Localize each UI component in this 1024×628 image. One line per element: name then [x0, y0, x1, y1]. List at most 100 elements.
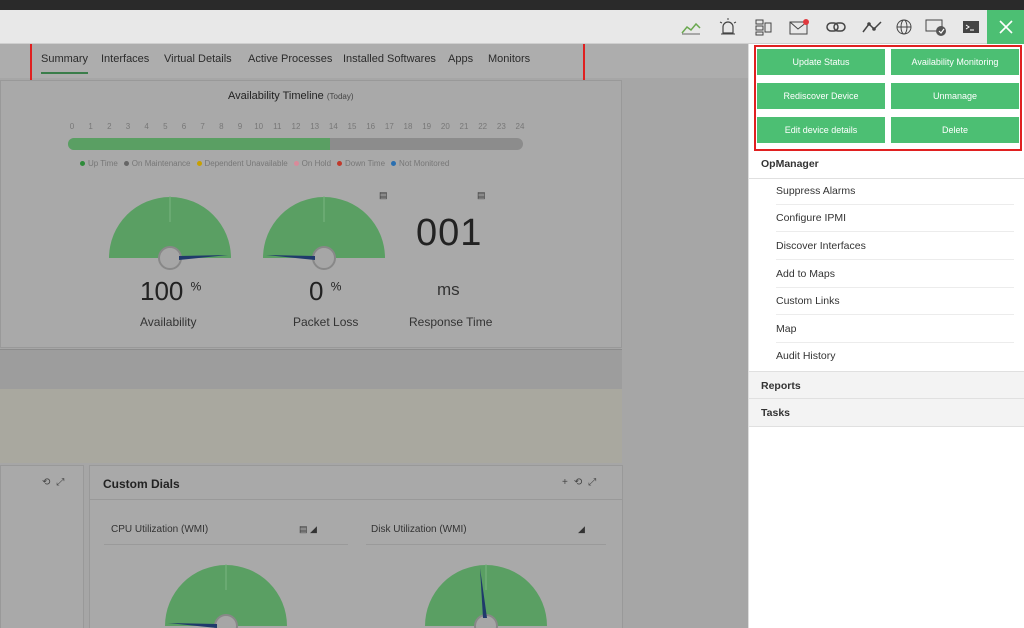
response-time-unit: ms: [437, 280, 460, 299]
timeline-hour-label: 15: [347, 122, 357, 131]
menu-suppress-alarms[interactable]: Suppress Alarms: [776, 178, 1014, 205]
chart-icon[interactable]: [679, 16, 703, 38]
terminal-icon[interactable]: [959, 16, 983, 38]
legend-item: Up Time: [80, 159, 118, 168]
legend-dot: [196, 161, 202, 167]
left-widget-actions: ⟲⤢: [42, 477, 70, 488]
timeline-uptime-fill: [68, 138, 330, 150]
timeline-hour-label: 20: [440, 122, 450, 131]
custom-dials-title: Custom Dials: [103, 477, 180, 491]
globe-icon[interactable]: [892, 16, 916, 38]
devices-icon[interactable]: [751, 16, 775, 38]
timeline-hour-label: 21: [459, 122, 469, 131]
timeline-title: Availability Timeline (Today): [228, 90, 354, 102]
highlight-box-actions: [754, 45, 1022, 151]
packet-loss-gauge: [263, 196, 385, 270]
timeline-hour-label: 3: [125, 122, 131, 131]
timeline-hour-label: 24: [515, 122, 525, 131]
ping-icon[interactable]: ▤: [477, 190, 486, 201]
timeline-hours: 0 1 2 3 4 5 6 7 8 9 10 11 12 13 14 15 16 17 18 19 20 21 22 23 24: [66, 122, 526, 132]
response-time-value: 001: [416, 212, 483, 254]
menu-configure-ipmi[interactable]: Configure IPMI: [776, 205, 1014, 232]
section-header-bar: [0, 349, 622, 389]
timeline-hour-label: 13: [310, 122, 320, 131]
alarm-icon[interactable]: [716, 16, 740, 38]
highlight-box-tabs: [30, 44, 585, 83]
menu-audit-history[interactable]: Audit History: [776, 343, 1014, 370]
custom-dials-actions: +⟲⤢: [562, 477, 602, 488]
timeline-hour-label: 16: [366, 122, 376, 131]
timeline-bar: [68, 138, 523, 150]
timeline-hour-label: 8: [219, 122, 224, 131]
timeline-hour-label: 7: [200, 122, 205, 131]
timeline-hour-label: 23: [496, 122, 506, 131]
availability-label: Availability: [140, 315, 197, 329]
legend-item: Not Monitored: [391, 159, 449, 168]
graph-icon[interactable]: ◢: [578, 524, 585, 535]
legend-item: Dependent Unavailable: [196, 159, 288, 168]
packet-loss-value: 0 %: [309, 276, 342, 306]
availability-value: 100 %: [140, 276, 202, 306]
tasks-section-title[interactable]: Tasks: [749, 399, 1024, 427]
graph-icon[interactable]: [860, 16, 884, 38]
legend-dot: [337, 161, 343, 167]
legend-dot: [391, 161, 397, 167]
section-body: [0, 389, 622, 463]
timeline-legend: Up Time On Maintenance Dependent Unavailab…: [80, 159, 449, 168]
top-strip: [0, 0, 1024, 10]
timeline-title-text: Availability Timeline: [228, 90, 324, 102]
menu-map[interactable]: Map: [776, 316, 1014, 343]
packet-loss-label: Packet Loss: [293, 315, 359, 329]
menu-custom-links[interactable]: Custom Links: [776, 288, 1014, 315]
cpu-dial-title: CPU Utilization (WMI): [111, 524, 209, 535]
legend-dot: [123, 161, 129, 167]
toolbar: [0, 10, 1024, 44]
device-actions-panel: Update Status Availability Monitoring Re…: [748, 44, 1024, 628]
timeline-hour-label: 9: [237, 122, 243, 131]
opmanager-section-title[interactable]: OpManager: [749, 158, 1024, 172]
timeline-hour-label: 1: [88, 122, 93, 131]
timeline-hour-label: 19: [422, 122, 432, 131]
cpu-dial-gauge: [165, 564, 287, 628]
ping-icon[interactable]: ▤: [379, 190, 388, 201]
timeline-hour-label: 18: [403, 122, 413, 131]
timeline-period: (Today): [326, 92, 354, 101]
screen-check-icon[interactable]: [924, 16, 948, 38]
main-content: Summary Interfaces Virtual Details Activ…: [0, 44, 748, 628]
availability-gauge: [109, 196, 231, 270]
divider: [366, 544, 606, 545]
expand-icon[interactable]: ⤢: [588, 477, 602, 488]
add-icon[interactable]: +: [562, 477, 574, 488]
legend-item: On Hold: [293, 159, 331, 168]
link-icon[interactable]: [824, 16, 848, 38]
legend-item: Down Time: [337, 159, 385, 168]
refresh-icon[interactable]: ⟲: [574, 477, 588, 488]
timeline-hour-label: 17: [384, 122, 394, 131]
close-icon[interactable]: [987, 10, 1024, 44]
refresh-icon[interactable]: ⟲: [42, 477, 56, 488]
mail-icon[interactable]: [787, 16, 811, 38]
timeline-hour-label: 0: [69, 122, 75, 131]
disk-dial-gauge: [425, 564, 547, 628]
timeline-hour-label: 22: [478, 122, 488, 131]
timeline-hour-label: 14: [328, 122, 338, 131]
timeline-hour-label: 11: [273, 122, 282, 131]
timeline-hour-label: 4: [144, 122, 149, 131]
legend-dot: [80, 161, 85, 167]
timeline-hour-label: 12: [291, 122, 301, 131]
menu-add-to-maps[interactable]: Add to Maps: [776, 261, 1014, 288]
divider: [89, 499, 623, 500]
graph-settings-icon[interactable]: ▤ ◢: [299, 524, 317, 535]
reports-section-title[interactable]: Reports: [749, 371, 1024, 399]
disk-dial-title: Disk Utilization (WMI): [371, 524, 467, 535]
timeline-hour-label: 2: [107, 122, 112, 131]
divider: [104, 544, 348, 545]
legend-dot: [293, 161, 299, 167]
left-widget-card: [0, 465, 84, 628]
timeline-hour-label: 5: [163, 122, 168, 131]
response-time-label: Response Time: [409, 315, 493, 329]
timeline-hour-label: 10: [254, 122, 264, 131]
expand-icon[interactable]: ⤢: [56, 477, 70, 488]
timeline-hour-label: 6: [181, 122, 187, 131]
menu-discover-interfaces[interactable]: Discover Interfaces: [776, 233, 1014, 260]
